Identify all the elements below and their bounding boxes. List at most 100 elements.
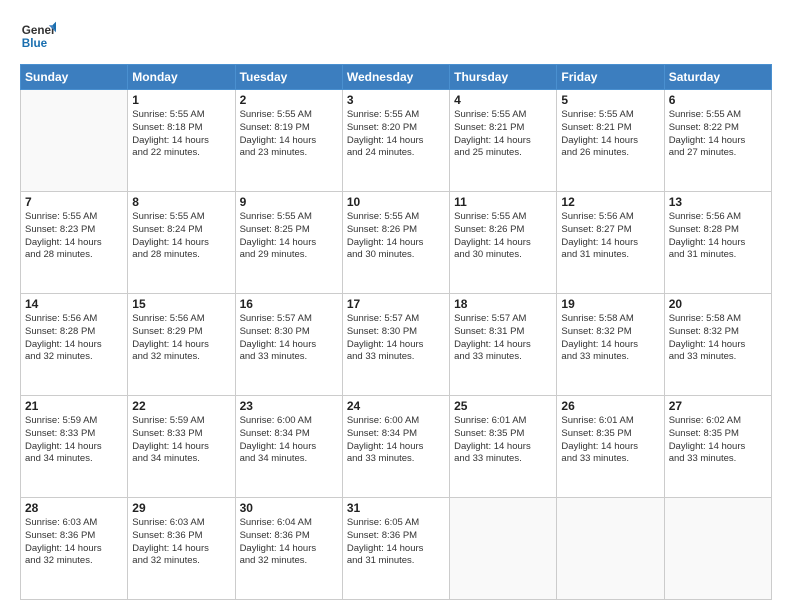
day-number: 23: [240, 399, 338, 413]
header-day-sunday: Sunday: [21, 65, 128, 90]
calendar-cell: 7Sunrise: 5:55 AM Sunset: 8:23 PM Daylig…: [21, 192, 128, 294]
day-number: 6: [669, 93, 767, 107]
day-number: 8: [132, 195, 230, 209]
calendar-cell: 25 Sunrise: 6:01 AM Sunset: 8:35 PM Dayli…: [450, 396, 557, 498]
day-number: 10: [347, 195, 445, 209]
day-info: Sunrise: 5:58 AM Sunset: 8:32 PM Dayligh…: [561, 313, 659, 364]
calendar-header-row: SundayMondayTuesdayWednesdayThursdayFrid…: [21, 65, 772, 90]
header-day-wednesday: Wednesday: [342, 65, 449, 90]
day-info: Sunrise: 5:55 AM Sunset: 8:24 PM Dayligh…: [132, 211, 230, 262]
day-number: 5: [561, 93, 659, 107]
calendar-cell: 18 Sunrise: 5:57 AM Sunset: 8:31 PM Dayli…: [450, 294, 557, 396]
day-number: 12: [561, 195, 659, 209]
calendar-cell: 5Sunrise: 5:55 AM Sunset: 8:21 PM Daylig…: [557, 90, 664, 192]
day-info: Sunrise: 5:59 AM Sunset: 8:33 PM Dayligh…: [25, 415, 123, 466]
calendar-cell: 2 Sunrise: 5:55 AM Sunset: 8:19 PM Daylig…: [235, 90, 342, 192]
day-info: Sunrise: 5:55 AM Sunset: 8:26 PM Dayligh…: [347, 211, 445, 262]
calendar-cell: [450, 498, 557, 600]
calendar-cell: 11Sunrise: 5:55 AM Sunset: 8:26 PM Dayli…: [450, 192, 557, 294]
day-number: 18: [454, 297, 552, 311]
calendar-cell: 9Sunrise: 5:55 AM Sunset: 8:25 PM Daylig…: [235, 192, 342, 294]
day-number: 3: [347, 93, 445, 107]
calendar-cell: 30 Sunrise: 6:04 AM Sunset: 8:36 PM Dayli…: [235, 498, 342, 600]
calendar-cell: [21, 90, 128, 192]
header-day-thursday: Thursday: [450, 65, 557, 90]
day-info: Sunrise: 6:00 AM Sunset: 8:34 PM Dayligh…: [347, 415, 445, 466]
day-info: Sunrise: 5:57 AM Sunset: 8:30 PM Dayligh…: [240, 313, 338, 364]
calendar-cell: 20 Sunrise: 5:58 AM Sunset: 8:32 PM Dayli…: [664, 294, 771, 396]
calendar-cell: 6Sunrise: 5:55 AM Sunset: 8:22 PM Daylig…: [664, 90, 771, 192]
day-number: 17: [347, 297, 445, 311]
day-info: Sunrise: 5:58 AM Sunset: 8:32 PM Dayligh…: [669, 313, 767, 364]
header-day-saturday: Saturday: [664, 65, 771, 90]
day-number: 20: [669, 297, 767, 311]
day-info: Sunrise: 5:56 AM Sunset: 8:27 PM Dayligh…: [561, 211, 659, 262]
calendar-cell: [557, 498, 664, 600]
week-row-3: 14 Sunrise: 5:56 AM Sunset: 8:28 PM Dayli…: [21, 294, 772, 396]
day-info: Sunrise: 6:04 AM Sunset: 8:36 PM Dayligh…: [240, 517, 338, 568]
day-number: 22: [132, 399, 230, 413]
day-number: 13: [669, 195, 767, 209]
calendar-cell: 29 Sunrise: 6:03 AM Sunset: 8:36 PM Dayli…: [128, 498, 235, 600]
day-number: 19: [561, 297, 659, 311]
day-info: Sunrise: 5:59 AM Sunset: 8:33 PM Dayligh…: [132, 415, 230, 466]
day-number: 25: [454, 399, 552, 413]
day-number: 15: [132, 297, 230, 311]
day-info: Sunrise: 5:55 AM Sunset: 8:26 PM Dayligh…: [454, 211, 552, 262]
calendar-cell: 24Sunrise: 6:00 AM Sunset: 8:34 PM Dayli…: [342, 396, 449, 498]
day-number: 27: [669, 399, 767, 413]
day-number: 9: [240, 195, 338, 209]
header-day-monday: Monday: [128, 65, 235, 90]
day-number: 14: [25, 297, 123, 311]
day-info: Sunrise: 5:57 AM Sunset: 8:31 PM Dayligh…: [454, 313, 552, 364]
day-info: Sunrise: 5:55 AM Sunset: 8:18 PM Dayligh…: [132, 109, 230, 160]
calendar-cell: 14 Sunrise: 5:56 AM Sunset: 8:28 PM Dayli…: [21, 294, 128, 396]
logo-icon: General Blue: [20, 18, 56, 54]
calendar-cell: 22 Sunrise: 5:59 AM Sunset: 8:33 PM Dayli…: [128, 396, 235, 498]
calendar-cell: [664, 498, 771, 600]
day-info: Sunrise: 6:05 AM Sunset: 8:36 PM Dayligh…: [347, 517, 445, 568]
page: General Blue SundayMondayTuesdayWednesda…: [0, 0, 792, 612]
day-info: Sunrise: 6:01 AM Sunset: 8:35 PM Dayligh…: [561, 415, 659, 466]
day-info: Sunrise: 5:55 AM Sunset: 8:20 PM Dayligh…: [347, 109, 445, 160]
calendar-cell: 15 Sunrise: 5:56 AM Sunset: 8:29 PM Dayli…: [128, 294, 235, 396]
calendar-cell: 19 Sunrise: 5:58 AM Sunset: 8:32 PM Dayli…: [557, 294, 664, 396]
day-number: 29: [132, 501, 230, 515]
day-number: 2: [240, 93, 338, 107]
header: General Blue: [20, 18, 772, 54]
calendar-cell: 27 Sunrise: 6:02 AM Sunset: 8:35 PM Dayli…: [664, 396, 771, 498]
calendar-cell: 21 Sunrise: 5:59 AM Sunset: 8:33 PM Dayli…: [21, 396, 128, 498]
day-info: Sunrise: 6:02 AM Sunset: 8:35 PM Dayligh…: [669, 415, 767, 466]
calendar-cell: 4 Sunrise: 5:55 AM Sunset: 8:21 PM Daylig…: [450, 90, 557, 192]
header-day-friday: Friday: [557, 65, 664, 90]
week-row-5: 28Sunrise: 6:03 AM Sunset: 8:36 PM Dayli…: [21, 498, 772, 600]
calendar-cell: 23 Sunrise: 6:00 AM Sunset: 8:34 PM Dayli…: [235, 396, 342, 498]
day-info: Sunrise: 6:03 AM Sunset: 8:36 PM Dayligh…: [132, 517, 230, 568]
day-info: Sunrise: 5:55 AM Sunset: 8:21 PM Dayligh…: [454, 109, 552, 160]
day-info: Sunrise: 6:00 AM Sunset: 8:34 PM Dayligh…: [240, 415, 338, 466]
calendar-cell: 26 Sunrise: 6:01 AM Sunset: 8:35 PM Dayli…: [557, 396, 664, 498]
day-info: Sunrise: 5:55 AM Sunset: 8:19 PM Dayligh…: [240, 109, 338, 160]
day-number: 4: [454, 93, 552, 107]
calendar-cell: 1 Sunrise: 5:55 AM Sunset: 8:18 PM Daylig…: [128, 90, 235, 192]
day-number: 31: [347, 501, 445, 515]
day-number: 30: [240, 501, 338, 515]
day-number: 21: [25, 399, 123, 413]
day-info: Sunrise: 5:57 AM Sunset: 8:30 PM Dayligh…: [347, 313, 445, 364]
calendar-cell: 17 Sunrise: 5:57 AM Sunset: 8:30 PM Dayli…: [342, 294, 449, 396]
calendar-cell: 8 Sunrise: 5:55 AM Sunset: 8:24 PM Daylig…: [128, 192, 235, 294]
header-day-tuesday: Tuesday: [235, 65, 342, 90]
day-info: Sunrise: 5:56 AM Sunset: 8:28 PM Dayligh…: [25, 313, 123, 364]
day-number: 1: [132, 93, 230, 107]
calendar-cell: 28Sunrise: 6:03 AM Sunset: 8:36 PM Dayli…: [21, 498, 128, 600]
calendar-cell: 31 Sunrise: 6:05 AM Sunset: 8:36 PM Dayli…: [342, 498, 449, 600]
day-info: Sunrise: 5:56 AM Sunset: 8:28 PM Dayligh…: [669, 211, 767, 262]
day-info: Sunrise: 5:56 AM Sunset: 8:29 PM Dayligh…: [132, 313, 230, 364]
calendar-table: SundayMondayTuesdayWednesdayThursdayFrid…: [20, 64, 772, 600]
svg-text:Blue: Blue: [22, 37, 48, 50]
day-number: 26: [561, 399, 659, 413]
week-row-1: 1 Sunrise: 5:55 AM Sunset: 8:18 PM Daylig…: [21, 90, 772, 192]
calendar-cell: 16Sunrise: 5:57 AM Sunset: 8:30 PM Dayli…: [235, 294, 342, 396]
day-info: Sunrise: 6:01 AM Sunset: 8:35 PM Dayligh…: [454, 415, 552, 466]
day-info: Sunrise: 5:55 AM Sunset: 8:23 PM Dayligh…: [25, 211, 123, 262]
